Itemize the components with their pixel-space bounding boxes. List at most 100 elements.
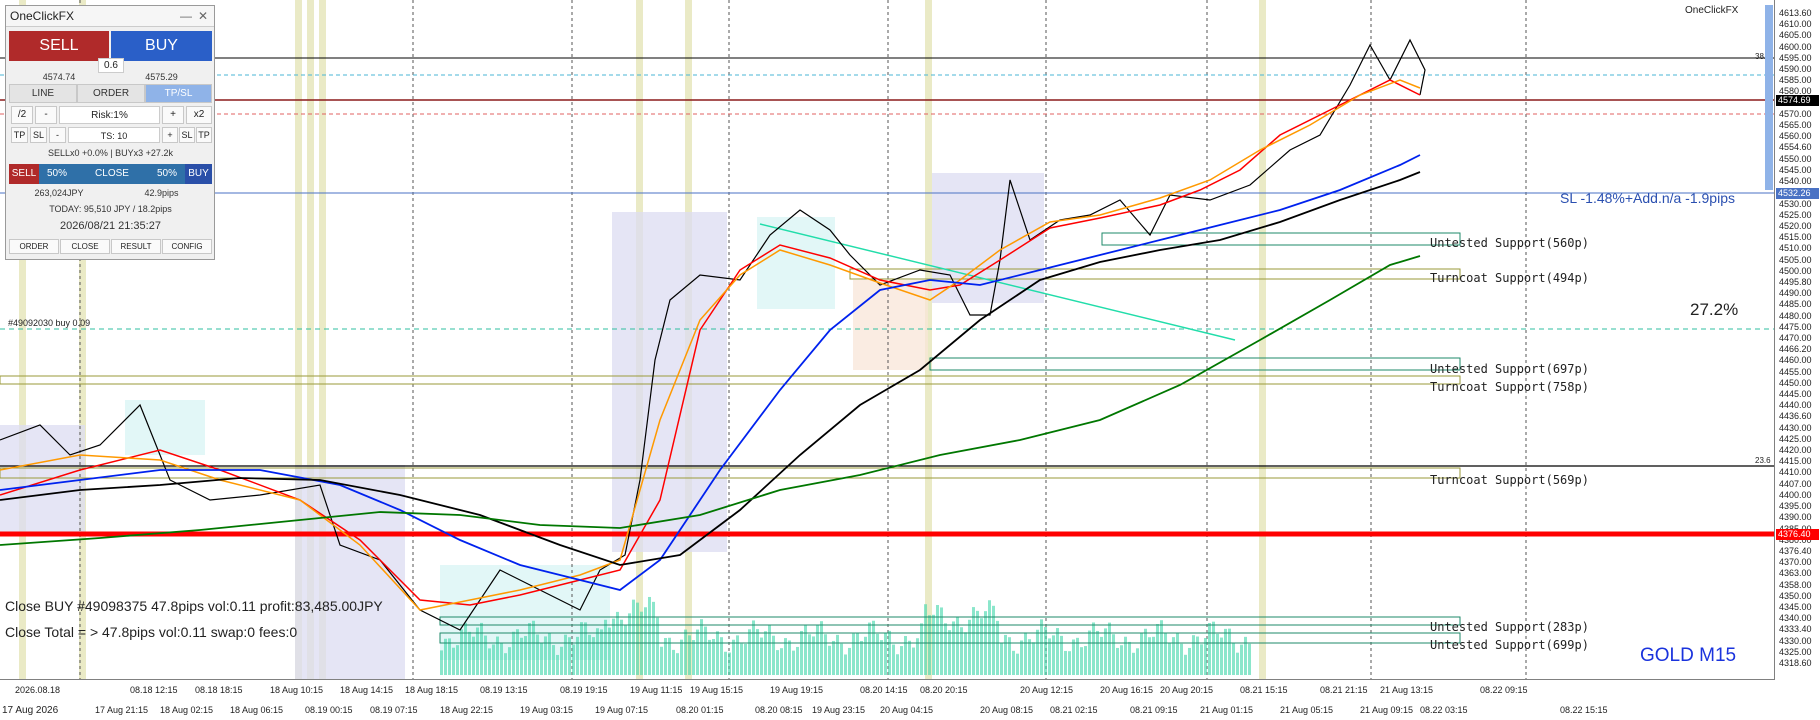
close-buy-button[interactable]: BUY bbox=[185, 164, 212, 184]
price-tick: 4590.00 bbox=[1779, 64, 1812, 75]
ts-minus-button[interactable]: - bbox=[49, 127, 66, 143]
volume-bar bbox=[560, 646, 563, 675]
buy-sl-button[interactable]: SL bbox=[179, 127, 195, 143]
volume-bar bbox=[784, 638, 787, 675]
zone-label: Turncoat Support(569p) bbox=[1430, 473, 1589, 487]
oneclick-panel[interactable]: OneClickFX ― ✕ SELL BUY 0.6 4574.74 4575… bbox=[5, 5, 215, 260]
time-tick: 08.18 12:15 bbox=[130, 685, 178, 695]
volume-bar bbox=[1016, 653, 1019, 675]
price-tick: 4376.40 bbox=[1779, 545, 1812, 556]
volume-bar bbox=[1104, 628, 1107, 675]
volume-bar bbox=[712, 638, 715, 675]
panel-titlebar[interactable]: OneClickFX ― ✕ bbox=[6, 6, 214, 27]
price-tick: 4340.00 bbox=[1779, 613, 1812, 624]
support-zone bbox=[0, 375, 1461, 385]
time-tick: 18 Aug 06:15 bbox=[230, 705, 284, 715]
price-tick: 4475.00 bbox=[1779, 321, 1812, 332]
price-tick: 4415.00 bbox=[1779, 456, 1812, 467]
position-range-bar bbox=[1765, 5, 1773, 190]
price-tick: 4540.00 bbox=[1779, 176, 1812, 187]
price-tick: 4440.00 bbox=[1779, 400, 1812, 411]
sl-label: SL -1.48%+Add.n/a -1.9pips bbox=[1560, 190, 1735, 206]
volume-bar bbox=[1136, 648, 1139, 675]
close-50-sell-button[interactable]: 50% bbox=[39, 164, 75, 184]
volume-bar bbox=[488, 648, 491, 675]
bottom-tab-config[interactable]: CONFIG bbox=[162, 239, 212, 254]
volume-bar bbox=[572, 644, 575, 675]
close-icon[interactable]: ✕ bbox=[198, 6, 208, 26]
price-tick: 4410.00 bbox=[1779, 467, 1812, 478]
risk-field[interactable]: Risk:1% bbox=[59, 106, 160, 124]
close-sell-button[interactable]: SELL bbox=[9, 164, 39, 184]
price-tick: 4485.00 bbox=[1779, 299, 1812, 310]
time-tick: 19 Aug 07:15 bbox=[595, 705, 649, 715]
sell-tp-button[interactable]: TP bbox=[11, 127, 28, 143]
time-tick: 08.19 13:15 bbox=[480, 685, 528, 695]
trailing-stop-field[interactable]: TS: 10 bbox=[68, 127, 160, 143]
volume-bar bbox=[888, 630, 891, 675]
volume-bar bbox=[1232, 643, 1235, 675]
volume-bar bbox=[884, 632, 887, 675]
volume-bar bbox=[1124, 636, 1127, 675]
close-all-button[interactable]: CLOSE bbox=[75, 164, 149, 184]
volume-bar bbox=[832, 640, 835, 675]
time-axis[interactable]: 17 Aug 2026 2026.08.18 17 Aug 21:15 08.18 1… bbox=[0, 681, 1775, 720]
volume-bar bbox=[980, 618, 983, 675]
bottom-tab-close[interactable]: CLOSE bbox=[60, 239, 110, 254]
volume-bar bbox=[1092, 622, 1095, 675]
volume-bar bbox=[824, 634, 827, 675]
volume-bar bbox=[1200, 644, 1203, 675]
tab-line[interactable]: LINE bbox=[9, 84, 77, 103]
volume-bar bbox=[556, 654, 559, 675]
bottom-tab-result[interactable]: RESULT bbox=[111, 239, 161, 254]
time-tick: 08.22 03:15 bbox=[1420, 705, 1468, 715]
tab-order[interactable]: ORDER bbox=[77, 84, 145, 103]
price-tick: 4500.00 bbox=[1779, 265, 1812, 276]
volume-bar bbox=[724, 651, 727, 675]
volume-bar bbox=[1012, 650, 1015, 675]
time-tick: 18 Aug 10:15 bbox=[270, 685, 324, 695]
price-tick: 4490.00 bbox=[1779, 288, 1812, 299]
time-tick: 08.22 09:15 bbox=[1480, 685, 1528, 695]
volume-bar bbox=[780, 648, 783, 675]
volume-bar bbox=[628, 613, 631, 675]
volume-bar bbox=[536, 634, 539, 675]
sell-button[interactable]: SELL bbox=[9, 31, 109, 61]
price-axis[interactable]: 4613.60 4610.00 4605.00 4600.00 4595.00 4590.… bbox=[1765, 0, 1820, 720]
buy-button[interactable]: BUY bbox=[111, 31, 212, 61]
price-chart[interactable] bbox=[0, 0, 1775, 680]
price-tick: 4530.00 bbox=[1779, 198, 1812, 209]
volume-bar bbox=[1144, 628, 1147, 675]
risk-minus-button[interactable]: - bbox=[35, 106, 57, 124]
volume-bar bbox=[752, 620, 755, 675]
volume-bar bbox=[788, 640, 791, 675]
minimize-icon[interactable]: ― bbox=[180, 6, 192, 26]
time-tick: 08.20 20:15 bbox=[920, 685, 968, 695]
volume-bar bbox=[532, 620, 535, 675]
volume-bar bbox=[672, 649, 675, 675]
spread-value: 0.6 bbox=[98, 58, 124, 73]
volume-bar bbox=[896, 654, 899, 675]
price-tick: 4520.00 bbox=[1779, 220, 1812, 231]
volume-bar bbox=[1120, 645, 1123, 675]
price-tick: 4554.60 bbox=[1779, 142, 1812, 153]
sl-price-tag: 4532.26 bbox=[1776, 188, 1819, 199]
volume-bar bbox=[688, 635, 691, 675]
time-tick: 08.21 21:15 bbox=[1320, 685, 1368, 695]
ts-plus-button[interactable]: + bbox=[162, 127, 178, 143]
chart-area[interactable]: Untested Support(560p) Turncoat Support(… bbox=[0, 0, 1775, 680]
sell-sl-button[interactable]: SL bbox=[30, 127, 47, 143]
double-lot-button[interactable]: x2 bbox=[186, 106, 212, 124]
buy-tp-button[interactable]: TP bbox=[196, 127, 212, 143]
volume-bar bbox=[960, 627, 963, 675]
volume-bar bbox=[500, 642, 503, 675]
panel-title: OneClickFX bbox=[10, 9, 75, 23]
bottom-tab-order[interactable]: ORDER bbox=[9, 239, 59, 254]
tab-tpsl[interactable]: TP/SL bbox=[145, 84, 212, 103]
price-tick: 4363.00 bbox=[1779, 568, 1812, 579]
risk-plus-button[interactable]: + bbox=[162, 106, 184, 124]
volume-bar bbox=[964, 632, 967, 675]
time-tick: 21 Aug 13:15 bbox=[1380, 685, 1434, 695]
close-50-buy-button[interactable]: 50% bbox=[149, 164, 185, 184]
half-lot-button[interactable]: /2 bbox=[11, 106, 33, 124]
